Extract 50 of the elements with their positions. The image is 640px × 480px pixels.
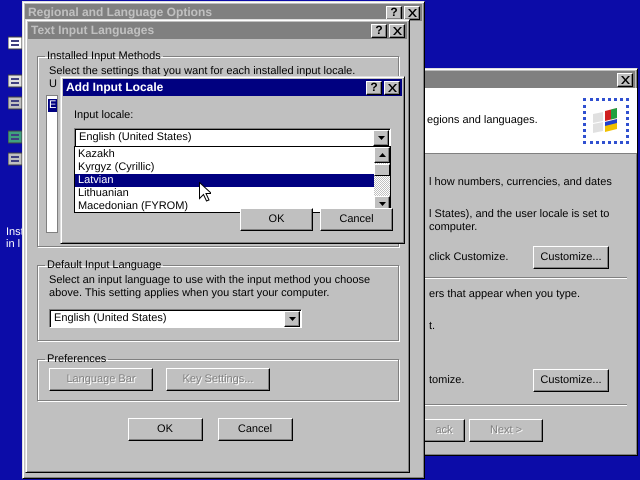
text-line: l States), and the user locale is set to	[429, 208, 610, 221]
text-line: click Customize.	[429, 251, 510, 264]
close-button[interactable]	[404, 6, 420, 20]
text-line: ers that appear when you type.	[429, 288, 582, 301]
desktop-label: in l	[6, 238, 20, 251]
group-title: Installed Input Methods	[46, 50, 162, 63]
help-button[interactable]: ?	[386, 6, 402, 20]
button[interactable]: Cancel	[218, 418, 292, 441]
list-item[interactable]: Kazakh	[75, 148, 374, 161]
group-title: Preferences	[46, 353, 108, 366]
list-item[interactable]: Kyrgyz (Cyrillic)	[75, 161, 374, 174]
close-button[interactable]	[384, 80, 400, 94]
cursor-icon	[199, 182, 211, 202]
button[interactable]: OK	[128, 418, 202, 441]
desktop-icon[interactable]	[8, 96, 22, 110]
button[interactable]: Customize...	[533, 369, 609, 392]
text-line: U	[49, 78, 57, 91]
dropdown[interactable]: English (United States)	[74, 128, 391, 147]
close-button[interactable]	[617, 72, 633, 86]
close-icon	[388, 84, 396, 92]
desktop-icon[interactable]	[8, 36, 22, 50]
dropdown[interactable]: English (United States)	[49, 309, 302, 328]
scrollbar-thumb[interactable]	[374, 164, 390, 176]
description: Select an input language to use with the input method you choose above. This setting applies when you start your computer.	[49, 274, 372, 300]
header-text: egions and languages.	[426, 114, 539, 127]
text-line: l how numbers, currencies, and dates	[429, 176, 613, 189]
list-item[interactable]: Latvian	[75, 174, 374, 187]
window-title: Add Input Locale	[66, 81, 164, 94]
button[interactable]: OK	[240, 208, 313, 231]
window-title: Text Input Languages	[31, 24, 156, 37]
close-icon	[408, 8, 416, 16]
button[interactable]: Cancel	[320, 208, 393, 231]
desktop-icon[interactable]	[8, 74, 22, 88]
close-icon	[392, 26, 402, 34]
help-button[interactable]: ?	[371, 24, 387, 38]
list-item[interactable]: E	[48, 99, 58, 112]
text-line: tomize.	[429, 374, 466, 387]
text-line: Select the settings that you want for each installed input locale.	[49, 65, 356, 78]
field-label: Input locale:	[74, 109, 134, 122]
window-title: Regional and Language Options	[28, 6, 214, 19]
text-line: t.	[429, 320, 436, 333]
group-title: Default Input Language	[46, 259, 162, 272]
scroll-up-icon[interactable]	[374, 147, 390, 163]
button[interactable]: Customize...	[533, 246, 609, 269]
help-button[interactable]: ?	[366, 80, 382, 94]
close-icon	[620, 76, 630, 84]
desktop-icon[interactable]	[8, 152, 22, 166]
list-item[interactable]: Lithuanian	[75, 187, 374, 200]
text-line: computer.	[429, 221, 478, 234]
close-button[interactable]	[389, 24, 405, 38]
